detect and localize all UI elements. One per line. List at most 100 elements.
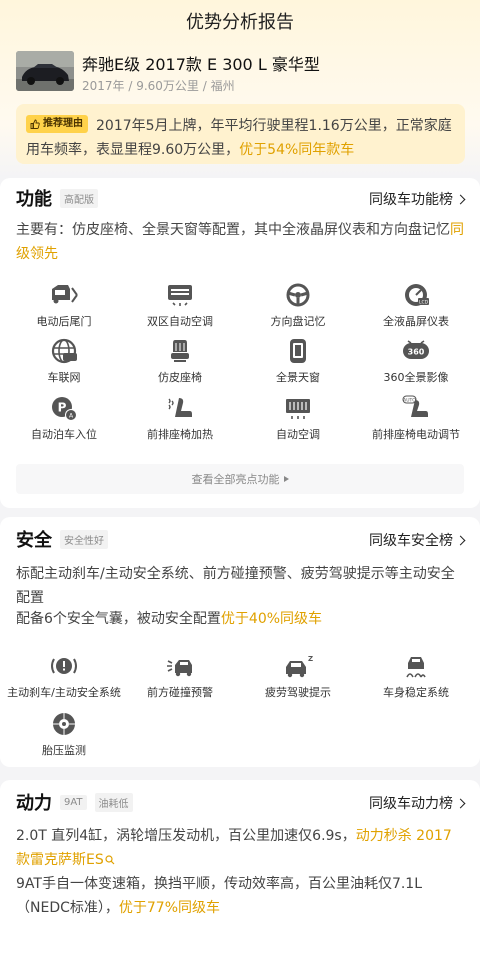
feature-item[interactable]: 主动刹车/主动安全系统	[4, 653, 124, 700]
steering-wheel-icon	[286, 283, 310, 307]
power-tag-transmission: 9AT	[60, 794, 87, 810]
feature-label: 方向盘记忆	[270, 315, 326, 328]
fatigue-alert-icon: Z	[286, 655, 313, 678]
feature-label: 车联网	[47, 371, 81, 384]
safety-header: 安全 安全性好	[16, 525, 108, 553]
feature-item[interactable]: 360 360全景影像	[356, 338, 476, 385]
power-rank-label: 同级车动力榜	[369, 796, 453, 812]
feature-item[interactable]: 前排座椅加热	[120, 395, 240, 442]
seat-heating-icon	[168, 398, 192, 417]
search-icon[interactable]	[105, 855, 115, 865]
feature-item[interactable]: LCD 全液晶屏仪表	[356, 282, 476, 329]
power-header: 动力 9AT 油耗低	[16, 788, 133, 816]
feature-item[interactable]: 车身稳定系统	[356, 653, 476, 700]
feature-item[interactable]: 全景天窗	[238, 338, 358, 385]
page-title: 优势分析报告	[186, 12, 294, 33]
power-seat-icon: AUTO	[402, 395, 428, 417]
svg-text:AUTO: AUTO	[403, 397, 416, 403]
feature-label: 电动后尾门	[36, 315, 92, 328]
reason-tag: 推荐理由	[26, 115, 88, 133]
safety-rank-link[interactable]: 同级车安全榜	[369, 530, 466, 550]
safety-card: 安全 安全性好 同级车安全榜 标配主动刹车/主动安全系统、前方碰撞预警、疲劳驾驶…	[0, 517, 480, 767]
function-card: 功能 高配版 同级车功能榜 主要有：仿皮座椅、全景天窗等配置，其中全液晶屏仪表和…	[0, 178, 480, 508]
safety-desc-1: 标配主动刹车/主动安全系统、前方碰撞预警、疲劳驾驶提示等主动安全配置	[16, 566, 455, 606]
power-desc-2-highlight: 优于77%同级车	[118, 900, 220, 916]
leather-seat-icon	[171, 340, 189, 362]
safety-desc-2: 配备6个安全气囊，被动安全配置优于40%同级车	[16, 607, 464, 631]
car-thumbnail[interactable]	[16, 51, 74, 91]
feature-label: 仿皮座椅	[158, 371, 202, 384]
view-all-label: 查看全部亮点功能	[191, 473, 280, 486]
svg-text:Z: Z	[308, 655, 313, 663]
feature-item[interactable]: P A 自动泊车入位	[4, 395, 124, 442]
collision-warning-icon	[167, 660, 192, 677]
feature-label: 360全景影像	[383, 371, 449, 384]
feature-item[interactable]: 自动空调	[238, 395, 358, 442]
chevron-right-icon	[455, 194, 466, 204]
feature-label: 自动空调	[276, 428, 320, 441]
auto-ac-icon	[286, 399, 310, 419]
function-rank-label: 同级车功能榜	[369, 192, 453, 208]
feature-label: 全景天窗	[276, 371, 320, 384]
function-desc-text: 主要有：仿皮座椅、全景天窗等配置，其中全液晶屏仪表和方向盘记忆	[16, 222, 450, 238]
function-header: 功能 高配版	[16, 184, 98, 212]
feature-item[interactable]: 胎压监测	[4, 711, 124, 758]
tire-pressure-icon	[53, 713, 75, 735]
chevron-right-icon	[455, 535, 466, 545]
safety-desc-2-text: 配备6个安全气囊，被动安全配置	[16, 611, 221, 627]
power-card: 动力 9AT 油耗低 同级车动力榜 2.0T 直列4缸，涡轮增压发动机，百公里加…	[0, 780, 480, 971]
dual-ac-icon	[168, 285, 192, 306]
active-brake-icon	[51, 658, 77, 674]
function-tag: 高配版	[60, 188, 98, 208]
function-desc: 主要有：仿皮座椅、全景天窗等配置，其中全液晶屏仪表和方向盘记忆同级领先	[16, 218, 464, 266]
auto-parking-icon: P A	[52, 397, 77, 421]
connected-car-icon	[51, 338, 77, 364]
feature-label: 车身稳定系统	[383, 686, 449, 699]
car-name: 奔驰E级 2017款 E 300 L 豪华型	[82, 55, 320, 74]
svg-text:360: 360	[408, 348, 425, 357]
function-rank-link[interactable]: 同级车功能榜	[369, 189, 466, 209]
power-tag-economy: 油耗低	[94, 792, 133, 812]
safety-title: 安全	[16, 530, 52, 551]
feature-label: 前排座椅加热	[147, 428, 213, 441]
svg-text:LCD: LCD	[419, 300, 429, 306]
panoramic-sunroof-icon	[290, 339, 306, 363]
feature-item[interactable]: 双区自动空调	[120, 282, 240, 329]
feature-item[interactable]: AUTO 前排座椅电动调节	[356, 395, 476, 442]
triangle-right-icon	[283, 476, 289, 482]
feature-label: 全液晶屏仪表	[383, 315, 449, 328]
reason-text: 2017年5月上牌，年平均行驶里程1.16万公里，正常家庭用车频率，表显里程9.…	[26, 114, 462, 162]
camera-360-icon: 360	[403, 340, 429, 359]
power-title: 动力	[16, 793, 52, 814]
feature-item[interactable]: 车联网	[4, 338, 124, 385]
feature-label: 双区自动空调	[147, 315, 213, 328]
view-all-features-button[interactable]: 查看全部亮点功能	[16, 464, 464, 494]
thumbs-up-icon	[30, 119, 40, 129]
reason-tag-label: 推荐理由	[43, 118, 83, 129]
safety-desc-2-highlight: 优于40%同级车	[220, 611, 323, 627]
reason-highlight: 优于54%同年款车	[239, 142, 355, 158]
power-desc-2: 9AT手自一体变速箱，换挡平顺，传动效率高，百公里油耗仅7.1L（NEDC标准）…	[16, 872, 464, 920]
feature-item[interactable]: 前方碰撞预警	[120, 653, 240, 700]
safety-tag: 安全性好	[60, 529, 108, 549]
lcd-gauge-icon: LCD	[405, 284, 429, 306]
car-meta: 2017年 / 9.60万公里 / 福州	[82, 79, 235, 93]
feature-label: 自动泊车入位	[31, 428, 97, 441]
feature-label: 主动刹车/主动安全系统	[7, 686, 121, 699]
tailgate-icon	[52, 285, 78, 304]
stability-control-icon	[406, 657, 426, 678]
chevron-right-icon	[455, 798, 466, 808]
feature-item[interactable]: Z 疲劳驾驶提示	[238, 653, 358, 700]
power-rank-link[interactable]: 同级车动力榜	[369, 793, 466, 813]
feature-label: 胎压监测	[42, 744, 86, 757]
feature-item[interactable]: 方向盘记忆	[238, 282, 358, 329]
function-title: 功能	[16, 189, 52, 210]
feature-label: 前排座椅电动调节	[372, 428, 460, 441]
feature-label: 前方碰撞预警	[147, 686, 213, 699]
reason-card: 2017年5月上牌，年平均行驶里程1.16万公里，正常家庭用车频率，表显里程9.…	[16, 104, 465, 164]
feature-item[interactable]: 电动后尾门	[4, 282, 124, 329]
safety-rank-label: 同级车安全榜	[369, 533, 453, 549]
svg-text:P: P	[58, 401, 67, 415]
feature-label: 疲劳驾驶提示	[265, 686, 331, 699]
feature-item[interactable]: 仿皮座椅	[120, 338, 240, 385]
